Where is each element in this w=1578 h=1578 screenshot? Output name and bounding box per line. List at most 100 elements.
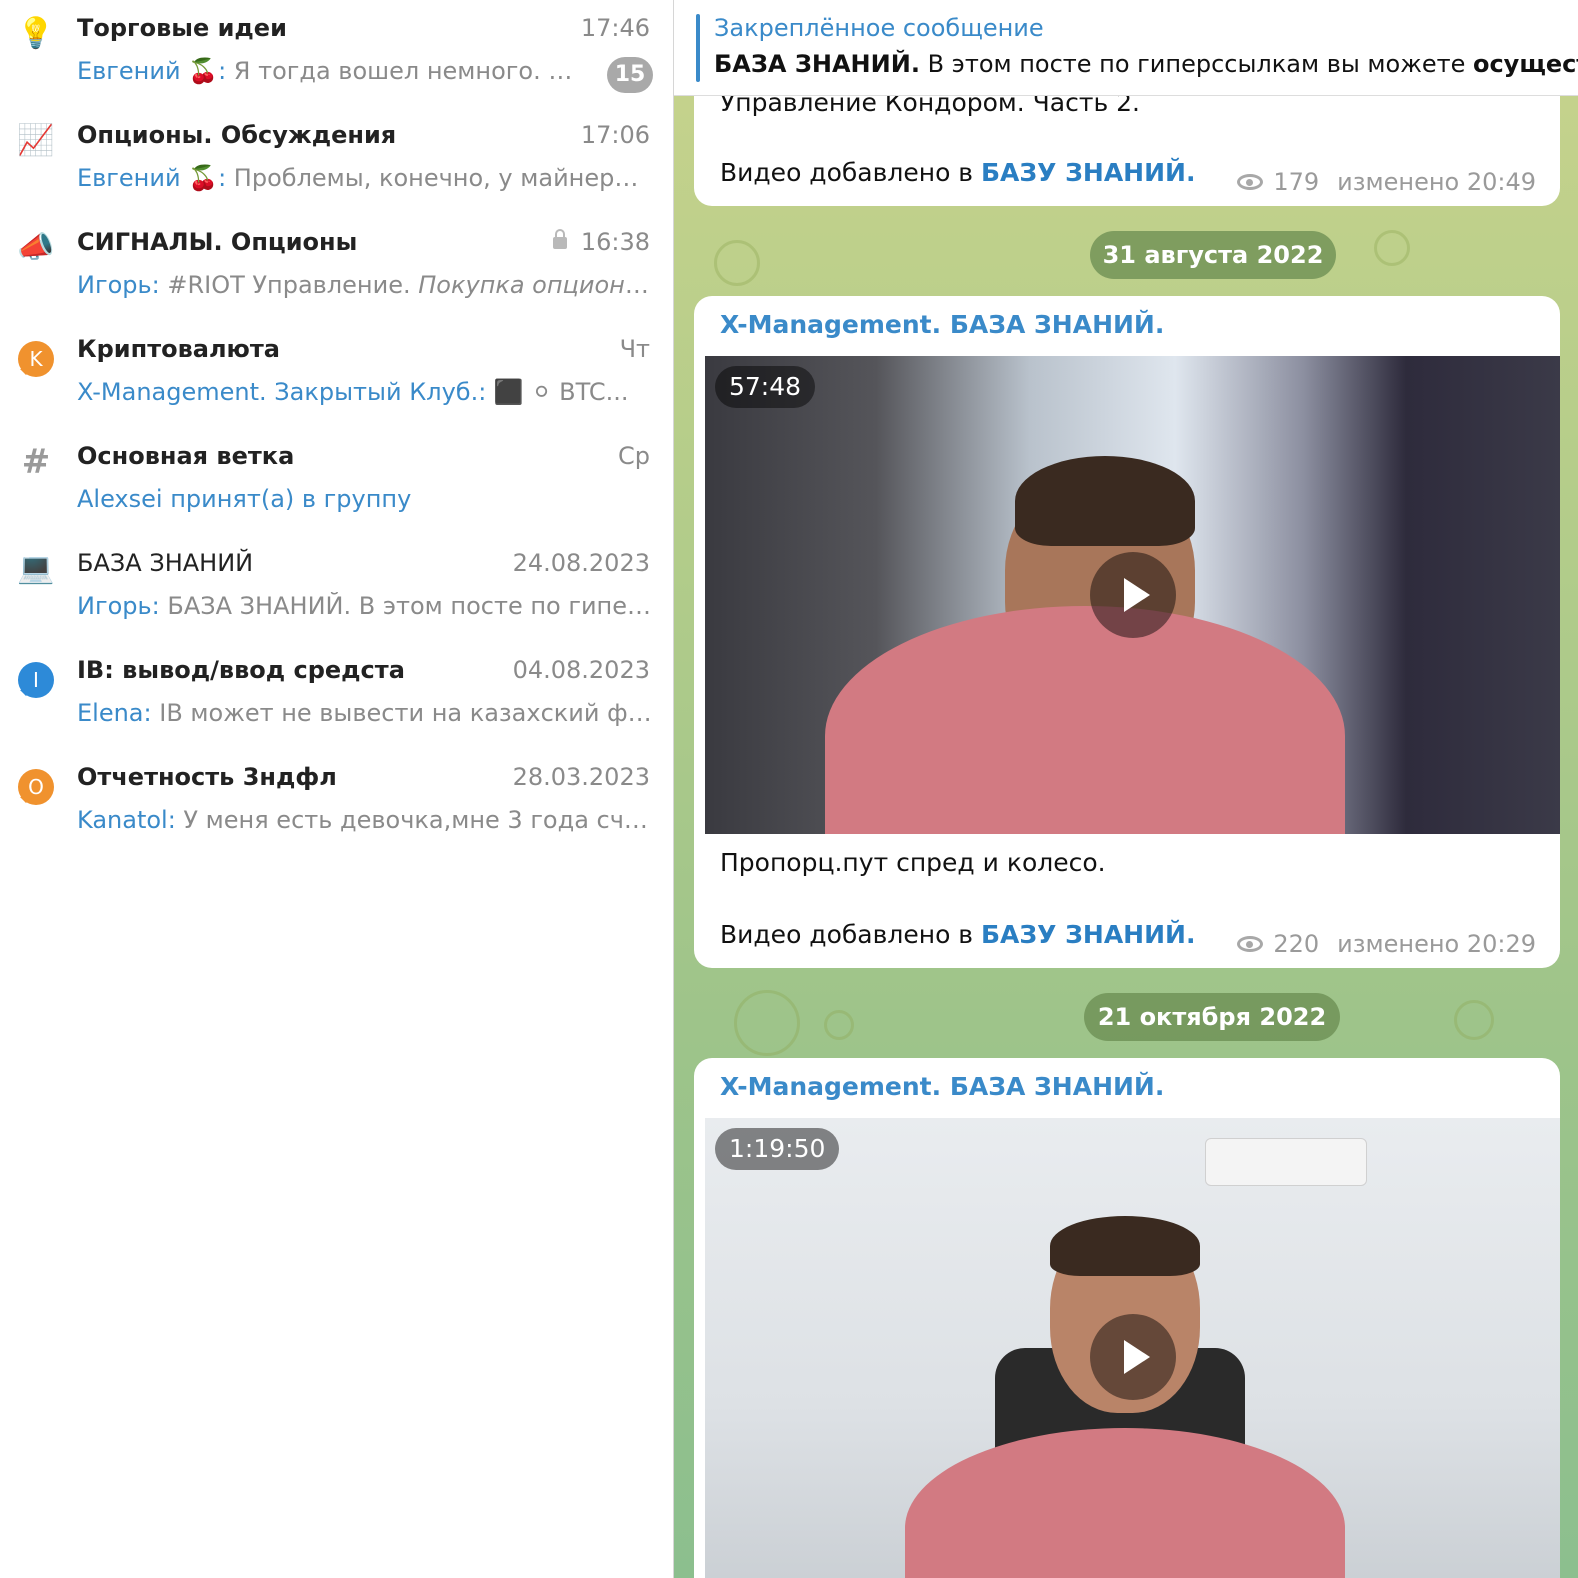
chat-title: СИГНАЛЫ. Опционы [77, 228, 358, 256]
video-air-conditioner [1205, 1138, 1367, 1186]
video-person-hair [1015, 456, 1195, 546]
chat-time: 24.08.2023 [512, 549, 650, 577]
chat-title: Отчетность 3ндфл [77, 763, 337, 791]
chat-title: Торговые идеи [77, 14, 287, 42]
video-duration: 1:19:50 [715, 1128, 840, 1170]
pinned-title: Закреплённое сообщение [714, 14, 1044, 42]
message-meta: 179 изменено 20:49 [1237, 168, 1536, 196]
background-doodle [824, 1010, 854, 1040]
pinned-bold: БАЗА ЗНАНИЙ. [714, 50, 920, 78]
laptop-icon: 💻 [17, 551, 55, 586]
chat-preview: Евгений 🍒: Я тогда вошел немного. У... [77, 57, 585, 85]
chat-sender: Elena: [77, 699, 152, 727]
chat-preview-text: Я тогда вошел немного. У... [226, 57, 585, 85]
message-bubble[interactable]: X-Management. БАЗА ЗНАНИЙ. 1:19:50 [694, 1058, 1560, 1578]
eye-icon [1237, 936, 1264, 952]
chat-time-text: 16:38 [580, 228, 650, 256]
chat-preview: Alexsei принят(а) в группу [77, 485, 652, 513]
date-separator: 31 августа 2022 [1090, 231, 1336, 279]
chat-title: IB: вывод/ввод средста [77, 656, 405, 684]
message-bubble[interactable]: X-Management. БАЗА ЗНАНИЙ. 57:48 Пропорц… [694, 296, 1560, 968]
chat-preview-text: У меня есть девочка,мне 3 года считать [175, 806, 652, 834]
video-person-shirt [825, 606, 1345, 834]
chat-item-signals-options[interactable]: 📣 СИГНАЛЫ. Опционы 16:38 Игорь: #RIOT Уп… [0, 214, 673, 321]
chat-item-tax-report[interactable]: O Отчетность 3ндфл 28.03.2023 Kanatol: У… [0, 749, 673, 856]
message-author[interactable]: X-Management. БАЗА ЗНАНИЙ. [720, 310, 1164, 339]
video-thumbnail[interactable]: 1:19:50 [705, 1118, 1560, 1578]
chat-item-ib-withdrawal[interactable]: I IB: вывод/ввод средста 04.08.2023 Elen… [0, 642, 673, 749]
date-separator: 21 октября 2022 [1084, 993, 1340, 1041]
chat-list: 💡 Торговые идеи 17:46 Евгений 🍒: Я тогда… [0, 0, 673, 1578]
chat-preview-text: IB может не вывести на казахский фронт [151, 699, 652, 727]
megaphone-icon: 📣 [17, 230, 55, 265]
background-doodle [714, 240, 760, 286]
video-person-shirt [905, 1428, 1345, 1578]
chat-title: Криптовалюта [77, 335, 280, 363]
video-person-hair [1050, 1216, 1200, 1276]
letter-o-icon: O [18, 769, 54, 805]
chat-title: Опционы. Обсуждения [77, 121, 397, 149]
chat-preview: X-Management. Закрытый Клуб.: ⬛ ⚪ BTC... [77, 378, 652, 406]
chat-time: 17:06 [580, 121, 650, 149]
chat-time: 04.08.2023 [512, 656, 650, 684]
unread-badge: 15 [607, 57, 653, 93]
chat-item-trading-ideas[interactable]: 💡 Торговые идеи 17:46 Евгений 🍒: Я тогда… [0, 0, 673, 107]
knowledge-base-link[interactable]: БАЗУ ЗНАНИЙ. [981, 920, 1195, 949]
lock-icon [552, 229, 567, 249]
chat-sender: Евгений 🍒: [77, 164, 227, 192]
hashtag-icon: # [21, 442, 51, 482]
chart-up-icon: 📈 [17, 123, 55, 158]
chat-title: БАЗА ЗНАНИЙ [77, 549, 254, 577]
edited-time: изменено 20:29 [1337, 930, 1536, 958]
chat-preview-text: БАЗА ЗНАНИЙ. В этом посте по гиперссылка… [167, 592, 652, 620]
chat-preview-text: Проблемы, конечно, у майнеров... [226, 164, 652, 192]
pinned-bold-tail: осуществить [1472, 50, 1578, 78]
message-caption: Пропорц.пут спред и колесо. [720, 848, 1106, 877]
message-added-text: Видео добавлено в БАЗУ ЗНАНИЙ. [720, 158, 1195, 187]
lightbulb-icon: 💡 [17, 16, 55, 51]
pinned-body: В этом посте по гиперссылкам вы можете [919, 50, 1473, 78]
chat-time: 28.03.2023 [512, 763, 650, 791]
view-count: 179 [1273, 168, 1320, 196]
added-text: Видео добавлено в [720, 920, 981, 949]
chat-preview-text: #RIOT Управление. [159, 271, 419, 299]
chat-sender: Alexsei принят(а) в группу [77, 485, 412, 513]
message-meta: 220 изменено 20:29 [1237, 930, 1536, 958]
edited-time: изменено 20:49 [1337, 168, 1536, 196]
knowledge-base-link[interactable]: БАЗУ ЗНАНИЙ. [981, 158, 1195, 187]
chat-time: Ср [618, 442, 650, 470]
video-thumbnail[interactable]: 57:48 [705, 356, 1560, 834]
chat-time: 17:46 [580, 14, 650, 42]
pinned-text: БАЗА ЗНАНИЙ. В этом посте по гиперссылка… [714, 50, 1578, 78]
pinned-accent-bar [696, 14, 700, 82]
message-author[interactable]: X-Management. БАЗА ЗНАНИЙ. [720, 1072, 1164, 1101]
chat-preview: Kanatol: У меня есть девочка,мне 3 года … [77, 806, 652, 834]
play-icon[interactable] [1090, 1314, 1176, 1400]
chat-sender: Игорь: [77, 592, 160, 620]
background-doodle [1454, 1000, 1494, 1040]
letter-k-icon: K [18, 341, 54, 377]
chat-sender: Игорь: [77, 271, 160, 299]
chat-view: Закреплённое сообщение БАЗА ЗНАНИЙ. В эт… [673, 0, 1578, 1578]
chat-item-crypto[interactable]: K Криптовалюта Чт X-Management. Закрытый… [0, 321, 673, 428]
chat-sender: X-Management. Закрытый Клуб.: [77, 378, 487, 406]
play-icon[interactable] [1090, 552, 1176, 638]
chat-item-main-thread[interactable]: # Основная ветка Ср Alexsei принят(а) в … [0, 428, 673, 535]
eye-icon [1237, 174, 1264, 190]
chat-time: 16:38 [552, 228, 650, 256]
chat-item-options-discussion[interactable]: 📈 Опционы. Обсуждения 17:06 Евгений 🍒: П… [0, 107, 673, 214]
message-added-text: Видео добавлено в БАЗУ ЗНАНИЙ. [720, 920, 1195, 949]
background-doodle [734, 990, 800, 1056]
chat-preview-text: ⬛ ⚪ BTC... [486, 378, 629, 406]
chat-preview: Elena: IB может не вывести на казахский … [77, 699, 652, 727]
chat-item-knowledge-base[interactable]: 💻 БАЗА ЗНАНИЙ 24.08.2023 Игорь: БАЗА ЗНА… [0, 535, 673, 642]
pinned-message-bar[interactable]: Закреплённое сообщение БАЗА ЗНАНИЙ. В эт… [674, 0, 1578, 96]
chat-sender: Евгений 🍒: [77, 57, 227, 85]
chat-preview: Евгений 🍒: Проблемы, конечно, у майнеров… [77, 164, 652, 192]
chat-preview: Игорь: БАЗА ЗНАНИЙ. В этом посте по гипе… [77, 592, 652, 620]
letter-i-icon: I [18, 662, 54, 698]
chat-sender: Kanatol: [77, 806, 176, 834]
chat-title: Основная ветка [77, 442, 295, 470]
background-doodle [1374, 230, 1410, 266]
chat-time: Чт [619, 335, 650, 363]
